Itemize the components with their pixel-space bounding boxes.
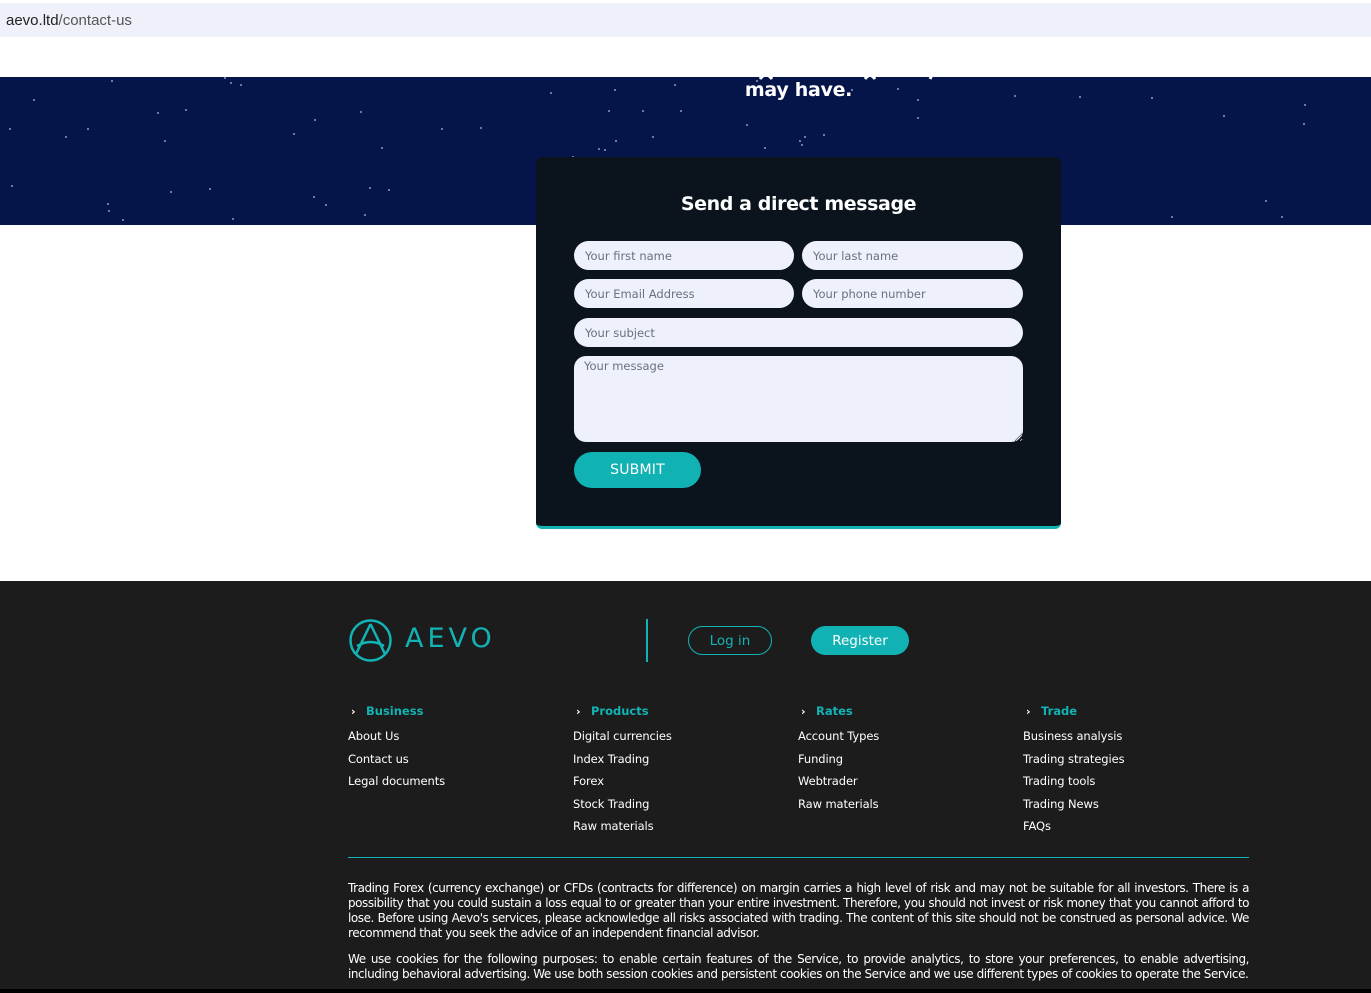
star bbox=[11, 185, 13, 187]
star bbox=[325, 204, 327, 206]
footer-column-products: › Products Digital currencies Index Tradi… bbox=[573, 703, 672, 842]
column-title: Trade bbox=[1041, 704, 1078, 718]
star bbox=[604, 149, 606, 151]
star bbox=[185, 109, 187, 111]
aevo-logo-icon[interactable] bbox=[348, 618, 393, 663]
star bbox=[1303, 123, 1305, 125]
footer-link[interactable]: Webtrader bbox=[798, 774, 879, 797]
footer-link[interactable]: Legal documents bbox=[348, 774, 445, 797]
star bbox=[917, 117, 919, 119]
star bbox=[652, 136, 654, 138]
footer-link[interactable]: Digital currencies bbox=[573, 729, 672, 752]
site-footer: AEVO Log in Register › Business About Us … bbox=[0, 581, 1371, 993]
url-domain: aevo.ltd bbox=[6, 12, 59, 29]
last-name-field[interactable] bbox=[802, 241, 1023, 270]
footer-column-trade: › Trade Business analysis Trading strateg… bbox=[1023, 703, 1125, 842]
first-name-field[interactable] bbox=[574, 241, 794, 270]
star bbox=[108, 210, 110, 212]
logo-text[interactable]: AEVO bbox=[405, 623, 496, 654]
column-title: Rates bbox=[816, 704, 853, 718]
star bbox=[441, 128, 443, 130]
header-divider bbox=[646, 619, 648, 662]
star bbox=[1265, 200, 1267, 202]
star bbox=[801, 144, 803, 146]
phone-field[interactable] bbox=[802, 279, 1023, 308]
star bbox=[746, 124, 748, 126]
chevron-right-icon: › bbox=[351, 704, 356, 718]
star bbox=[170, 191, 172, 193]
footer-link[interactable]: Funding bbox=[798, 752, 879, 775]
star bbox=[360, 111, 362, 113]
star bbox=[232, 218, 234, 220]
footer-link[interactable]: Raw materials bbox=[573, 819, 672, 842]
footer-link[interactable]: Account Types bbox=[798, 729, 879, 752]
star bbox=[209, 188, 211, 190]
star bbox=[157, 112, 159, 114]
star bbox=[598, 148, 600, 150]
star bbox=[1223, 115, 1225, 117]
contact-form: Send a direct message SUBMIT bbox=[536, 157, 1061, 529]
email-field[interactable] bbox=[574, 279, 794, 308]
window-bottom-edge bbox=[0, 989, 1371, 993]
hero-subtitle: may have. bbox=[744, 79, 853, 101]
footer-link[interactable]: FAQs bbox=[1023, 819, 1124, 842]
star bbox=[799, 140, 801, 142]
footer-link[interactable]: Contact us bbox=[348, 752, 445, 775]
chevron-right-icon: › bbox=[1026, 704, 1031, 718]
column-title: Business bbox=[366, 704, 424, 718]
footer-link[interactable]: Forex bbox=[573, 774, 672, 797]
star bbox=[1281, 216, 1283, 218]
footer-divider bbox=[348, 857, 1249, 858]
star bbox=[642, 110, 644, 112]
submit-button[interactable]: SUBMIT bbox=[574, 452, 701, 488]
column-title: Products bbox=[591, 704, 649, 718]
footer-link[interactable]: About Us bbox=[348, 729, 445, 752]
footer-link[interactable]: Trading strategies bbox=[1023, 752, 1125, 775]
footer-column-business: › Business About Us Contact us Legal docu… bbox=[348, 703, 445, 797]
star bbox=[764, 147, 766, 149]
star bbox=[164, 140, 166, 142]
footer-column-rates: › Rates Account Types Funding Webtrader R… bbox=[798, 703, 879, 819]
register-button[interactable]: Register bbox=[811, 626, 909, 655]
footer-link[interactable]: Raw materials bbox=[798, 797, 879, 820]
footer-link[interactable]: Index Trading bbox=[573, 752, 672, 775]
star bbox=[1171, 216, 1173, 218]
star bbox=[1304, 104, 1306, 106]
star bbox=[122, 219, 124, 221]
star bbox=[9, 128, 11, 130]
form-title: Send a direct message bbox=[680, 193, 917, 215]
star bbox=[823, 134, 825, 136]
star bbox=[381, 147, 383, 149]
chevron-right-icon: › bbox=[801, 704, 806, 718]
address-bar[interactable]: aevo.ltd/contact-us bbox=[0, 3, 1371, 37]
star bbox=[293, 133, 295, 135]
subject-field[interactable] bbox=[574, 318, 1023, 347]
star bbox=[65, 136, 67, 138]
chevron-right-icon: › bbox=[576, 704, 581, 718]
star bbox=[313, 196, 315, 198]
star bbox=[480, 127, 482, 129]
star bbox=[87, 128, 89, 130]
star bbox=[314, 119, 316, 121]
star bbox=[804, 136, 806, 138]
footer-link[interactable]: Trading News bbox=[1023, 797, 1124, 820]
star bbox=[369, 187, 371, 189]
star bbox=[680, 110, 682, 112]
footer-link[interactable]: Stock Trading bbox=[573, 797, 672, 820]
star bbox=[615, 140, 617, 142]
cookie-notice: We use cookies for the following purpose… bbox=[348, 952, 1249, 981]
star bbox=[608, 110, 610, 112]
star bbox=[364, 214, 366, 216]
login-button[interactable]: Log in bbox=[688, 626, 772, 655]
star bbox=[107, 203, 109, 205]
message-field[interactable] bbox=[574, 356, 1023, 442]
url-path: /contact-us bbox=[58, 12, 132, 29]
footer-link[interactable]: Trading tools bbox=[1023, 774, 1124, 797]
star bbox=[388, 189, 390, 191]
risk-disclaimer: Trading Forex (currency exchange) or CFD… bbox=[348, 881, 1249, 940]
footer-link[interactable]: Business analysis bbox=[1023, 729, 1124, 752]
